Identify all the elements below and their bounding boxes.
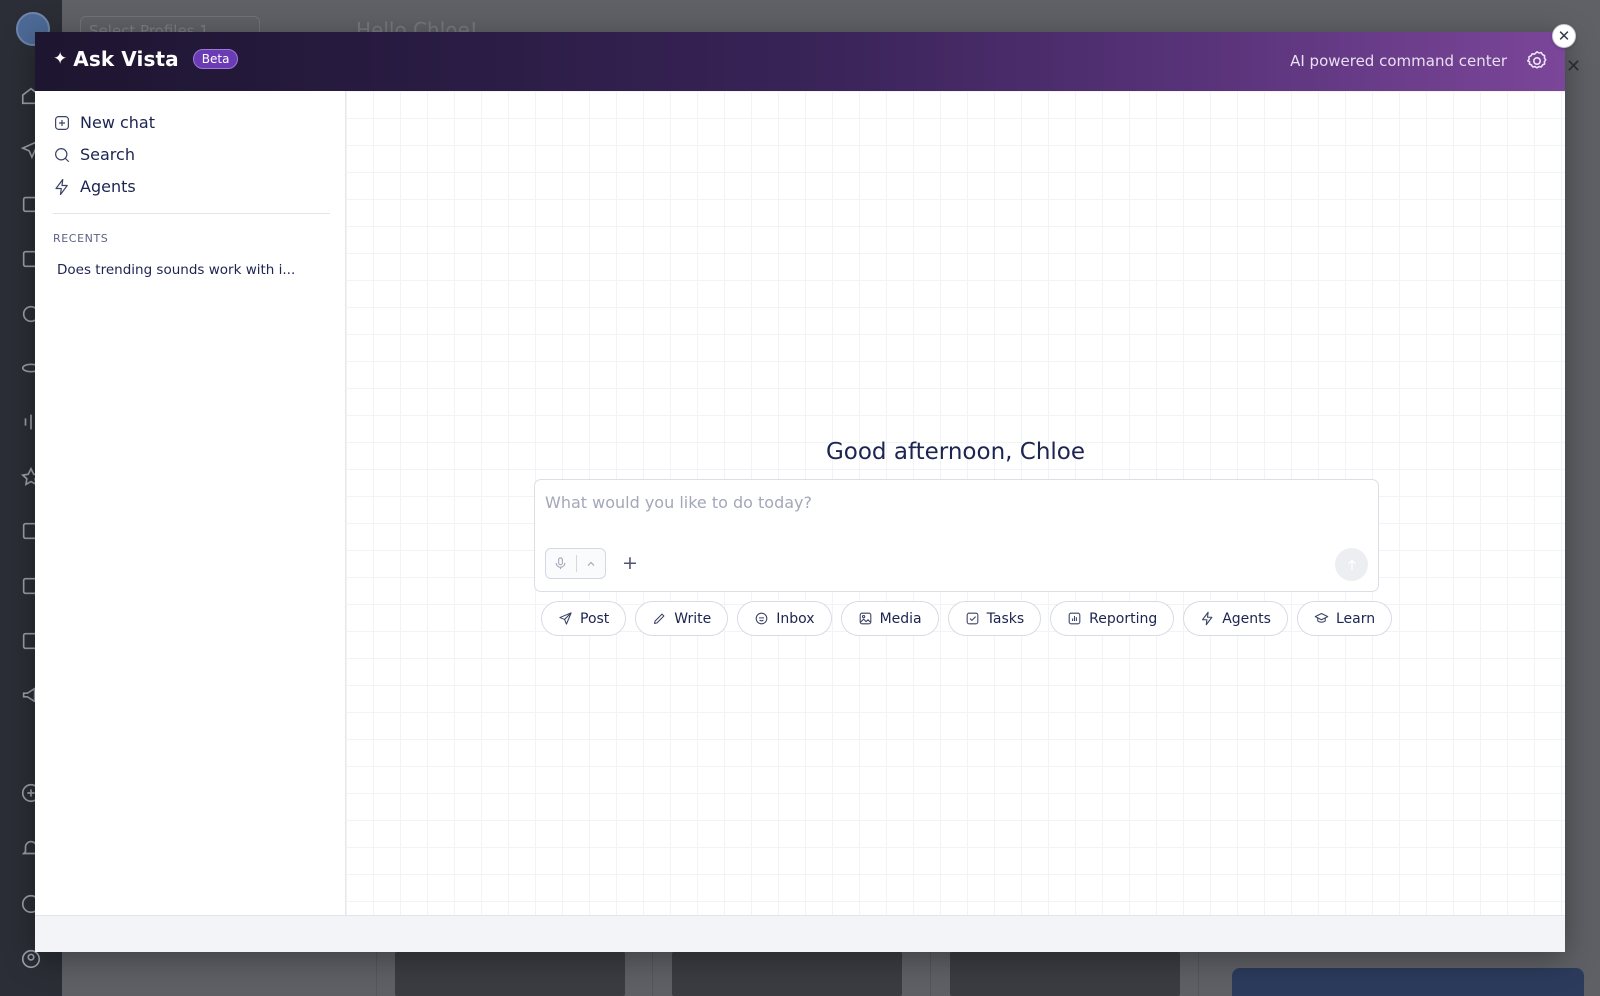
quick-action-label: Tasks: [986, 610, 1025, 627]
background-divider: [930, 948, 931, 996]
quick-action-agents[interactable]: Agents: [1183, 601, 1288, 636]
checkbox-icon: [965, 611, 980, 626]
prompt-input[interactable]: [545, 490, 1345, 514]
sidebar-item-search[interactable]: Search: [53, 145, 135, 164]
graduation-cap-icon: [1314, 611, 1329, 626]
sidebar-item-new-chat[interactable]: New chat: [53, 113, 155, 132]
chat-area: Good afternoon, Chloe +: [346, 91, 1565, 915]
sidebar-item-label: Agents: [80, 177, 136, 196]
quick-action-reporting[interactable]: Reporting: [1050, 601, 1175, 636]
lightning-icon: [1200, 611, 1215, 626]
pencil-icon: [652, 611, 667, 626]
image-icon: [858, 611, 873, 626]
lightning-icon: [53, 178, 71, 196]
quick-action-label: Media: [879, 610, 922, 627]
quick-action-label: Inbox: [776, 610, 815, 627]
send-button[interactable]: [1335, 548, 1368, 581]
close-icon: ✕: [1557, 27, 1571, 45]
background-divider: [376, 948, 377, 996]
greeting: Good afternoon, Chloe: [825, 439, 1086, 465]
sparkle-icon: ✦: [53, 48, 68, 69]
quick-actions: Post Write Inbox Media Tasks Reporting A…: [541, 601, 1393, 636]
background-close-icon: ✕: [1566, 56, 1582, 77]
quick-action-inbox[interactable]: Inbox: [737, 601, 832, 636]
microphone-icon: [555, 557, 566, 570]
modal-footer: [35, 915, 1565, 952]
quick-action-media[interactable]: Media: [840, 601, 939, 636]
close-modal-button[interactable]: ✕: [1552, 24, 1576, 48]
beta-badge: Beta: [192, 49, 239, 69]
modal-header: ✦ Ask Vista Beta AI powered command cent…: [35, 32, 1565, 91]
quick-action-tasks[interactable]: Tasks: [947, 601, 1042, 636]
ask-vista-modal: ✦ Ask Vista Beta AI powered command cent…: [35, 32, 1565, 952]
quick-action-learn[interactable]: Learn: [1296, 601, 1393, 636]
background-post-card: [950, 952, 1180, 996]
sidebar-item-label: New chat: [80, 113, 155, 132]
send-icon: [558, 611, 573, 626]
app-title: Ask Vista: [73, 47, 179, 71]
sidebar-item-agents[interactable]: Agents: [53, 177, 136, 196]
add-attachment-button[interactable]: +: [618, 551, 642, 575]
header-tagline: AI powered command center: [1290, 52, 1507, 70]
background-post-card: [395, 952, 625, 996]
divider: [53, 213, 330, 214]
prompt-box: +: [534, 479, 1379, 592]
chevron-up-icon: [587, 561, 595, 566]
settings-button[interactable]: [1525, 49, 1549, 73]
chart-icon: [1067, 611, 1082, 626]
voice-input-group: [545, 548, 606, 579]
microphone-button[interactable]: [546, 549, 576, 578]
quick-action-label: Write: [674, 610, 712, 627]
background-post-card: [672, 952, 902, 996]
quick-action-write[interactable]: Write: [635, 601, 729, 636]
background-divider: [652, 948, 653, 996]
plus-icon: +: [622, 552, 638, 574]
new-chat-icon: [53, 114, 71, 132]
quick-action-post[interactable]: Post: [541, 601, 627, 636]
quick-action-label: Post: [580, 610, 610, 627]
background-widget: [1232, 968, 1584, 996]
arrow-up-icon: [1347, 558, 1356, 570]
quick-action-label: Learn: [1335, 610, 1376, 627]
recents-heading: RECENTS: [53, 232, 109, 245]
inbox-icon: [754, 611, 769, 626]
quick-action-label: Reporting: [1089, 610, 1158, 627]
background-divider: [1198, 948, 1199, 996]
recent-chat-item[interactable]: Does trending sounds work with i...: [57, 262, 295, 278]
chat-sidebar: New chat Search Agents RECENTS Does tren…: [35, 91, 346, 915]
quick-action-label: Agents: [1222, 610, 1271, 627]
voice-options-button[interactable]: [576, 549, 605, 578]
sidebar-item-label: Search: [80, 145, 135, 164]
gear-icon: [1527, 51, 1547, 69]
search-icon: [53, 146, 71, 164]
brand: ✦ Ask Vista Beta: [53, 47, 239, 71]
